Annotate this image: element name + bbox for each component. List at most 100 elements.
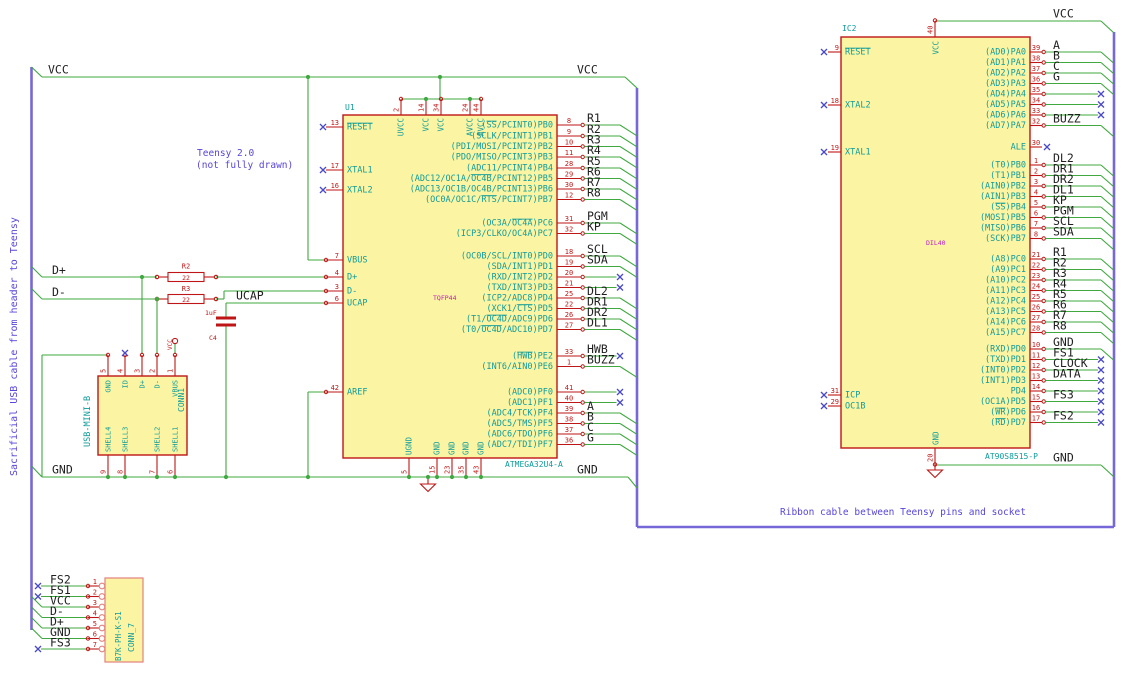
net-label-UCAP[interactable]: UCAP [236, 289, 264, 303]
pin-number: 30 [565, 181, 573, 189]
net-label-DATA[interactable]: DATA [1053, 367, 1081, 381]
junction-dot [305, 74, 311, 80]
pin-endpoint [1041, 49, 1046, 55]
pin-number: 17 [331, 162, 339, 170]
pin-number: 42 [331, 384, 339, 392]
junction-dot [463, 474, 469, 480]
pin-number: 15 [1032, 394, 1040, 402]
net-label-FS3[interactable]: FS3 [50, 636, 71, 650]
net-label-D+[interactable]: D+ [52, 263, 66, 277]
net-label-FS2[interactable]: FS2 [1053, 409, 1074, 423]
net-label-KP[interactable]: KP [587, 220, 601, 234]
pin-name: VBUS [347, 256, 367, 266]
u1-value[interactable]: ATMEGA32U4-A [505, 460, 563, 469]
pin-endpoint [580, 253, 585, 259]
pin-name: (ADC6/TDO)PF6 [486, 430, 553, 440]
pin-number: 18 [831, 97, 839, 105]
pin-endpoint [1041, 236, 1046, 241]
ic2-ref[interactable]: IC2 [842, 24, 857, 33]
bus-entry [619, 188, 637, 201]
r2-ref[interactable]: R2 [182, 263, 190, 271]
net-label-D-[interactable]: D- [52, 285, 66, 299]
pin-number: 26 [565, 311, 573, 319]
pin-number: 27 [565, 322, 573, 330]
conn7-ref[interactable]: CONN_7 [127, 623, 136, 652]
pin-name: (AD7)PA7 [985, 121, 1026, 131]
r3-value[interactable]: 22 [182, 296, 190, 304]
pin-number: 2 [1034, 168, 1038, 176]
net-label-BUZZ[interactable]: BUZZ [1053, 112, 1081, 126]
net-label-R8[interactable]: R8 [1053, 319, 1067, 333]
pin-name: D+ [139, 380, 147, 388]
pin-name: GND [105, 380, 113, 393]
pin-number: 19 [831, 144, 839, 152]
pin-endpoint [580, 165, 585, 171]
pin-number: 40 [565, 395, 573, 403]
pin-number: 11 [565, 149, 573, 157]
pin-endpoint [1041, 204, 1046, 210]
bus-entry [1100, 311, 1114, 323]
net-label-R8[interactable]: R8 [587, 186, 601, 200]
net-label-BUZZ[interactable]: BUZZ [587, 353, 615, 367]
pin-number: 7 [1034, 220, 1038, 228]
net-label-SDA[interactable]: SDA [587, 253, 608, 267]
pin-name: XTAL1 [347, 166, 373, 176]
ic2-value[interactable]: AT90S8515-P [985, 452, 1038, 461]
net-label-FS3[interactable]: FS3 [1053, 388, 1074, 402]
r3-ref[interactable]: R3 [182, 285, 190, 293]
net-label-GND[interactable]: GND [1053, 451, 1074, 465]
pin-name: (T1)PB1 [990, 171, 1026, 181]
net-label-VCC[interactable]: VCC [1053, 7, 1074, 21]
pin-name: (SS)PB4 [990, 203, 1026, 213]
pin-number: 2 [149, 369, 157, 373]
capacitor-c4[interactable] [216, 316, 236, 327]
pin-name: GND [462, 441, 471, 455]
net-label-G[interactable]: G [1053, 70, 1060, 84]
pin-number: 37 [565, 426, 573, 434]
junction-dot [406, 474, 412, 480]
pin-number: 29 [831, 398, 839, 406]
bus-entry [619, 146, 637, 158]
net-label-G[interactable]: G [587, 431, 594, 445]
usb-value[interactable]: USB-MINI-B [83, 396, 93, 447]
net-label-GND[interactable]: GND [52, 463, 73, 477]
pin-name: (RXD)PD0 [985, 345, 1026, 355]
pin-number: 21 [1032, 251, 1040, 259]
net-label-GND[interactable]: GND [577, 463, 598, 477]
c4-ref[interactable]: C4 [209, 334, 217, 342]
u1-ref[interactable]: U1 [345, 103, 355, 112]
bus-entry [1100, 206, 1114, 219]
pin-endpoint [1041, 399, 1046, 404]
junction-dot [154, 474, 160, 480]
r2-value[interactable]: 22 [182, 274, 190, 282]
pin-name: (SDA/INT1)PD1 [486, 262, 553, 272]
net-label-VCC[interactable]: VCC [48, 63, 69, 77]
pin-number: 40 [927, 26, 935, 34]
pin-number: 20 [565, 269, 573, 277]
pin-number: 34 [1032, 97, 1040, 105]
bus-entry [619, 329, 637, 341]
c4-value[interactable]: 1uF [205, 309, 217, 317]
net-label-VCC[interactable]: VCC [577, 63, 598, 77]
pin-name: RESET [845, 48, 871, 58]
pin-endpoint [1041, 91, 1046, 97]
pin-name: (AIN0)PB2 [980, 182, 1026, 192]
pin-endpoint [1041, 173, 1046, 178]
conn7-value[interactable]: B7K-PH-K-S1 [114, 611, 123, 661]
net-label-SDA[interactable]: SDA [1053, 225, 1074, 239]
pin-name: AREF [347, 388, 367, 398]
pin-name: (OC0B/SCL/INT0)PD0 [461, 252, 553, 262]
pin-number: 26 [1032, 304, 1040, 312]
pin-endpoint [1041, 70, 1046, 76]
bus-entry [1100, 62, 1114, 74]
pin-name: (TXD)PD1 [985, 355, 1026, 365]
pin-name: (ICP3/CLKO/OC4A)PC7 [456, 229, 553, 239]
pin-number: 44 [473, 104, 481, 112]
conn7-body[interactable] [104, 577, 144, 663]
junction-dot [423, 96, 429, 102]
net-label-DL1[interactable]: DL1 [587, 316, 608, 330]
pin-name: GND [932, 431, 941, 445]
pin-number: 25 [1032, 293, 1040, 301]
junction-dot [425, 474, 431, 480]
pin-number: 36 [565, 437, 573, 445]
